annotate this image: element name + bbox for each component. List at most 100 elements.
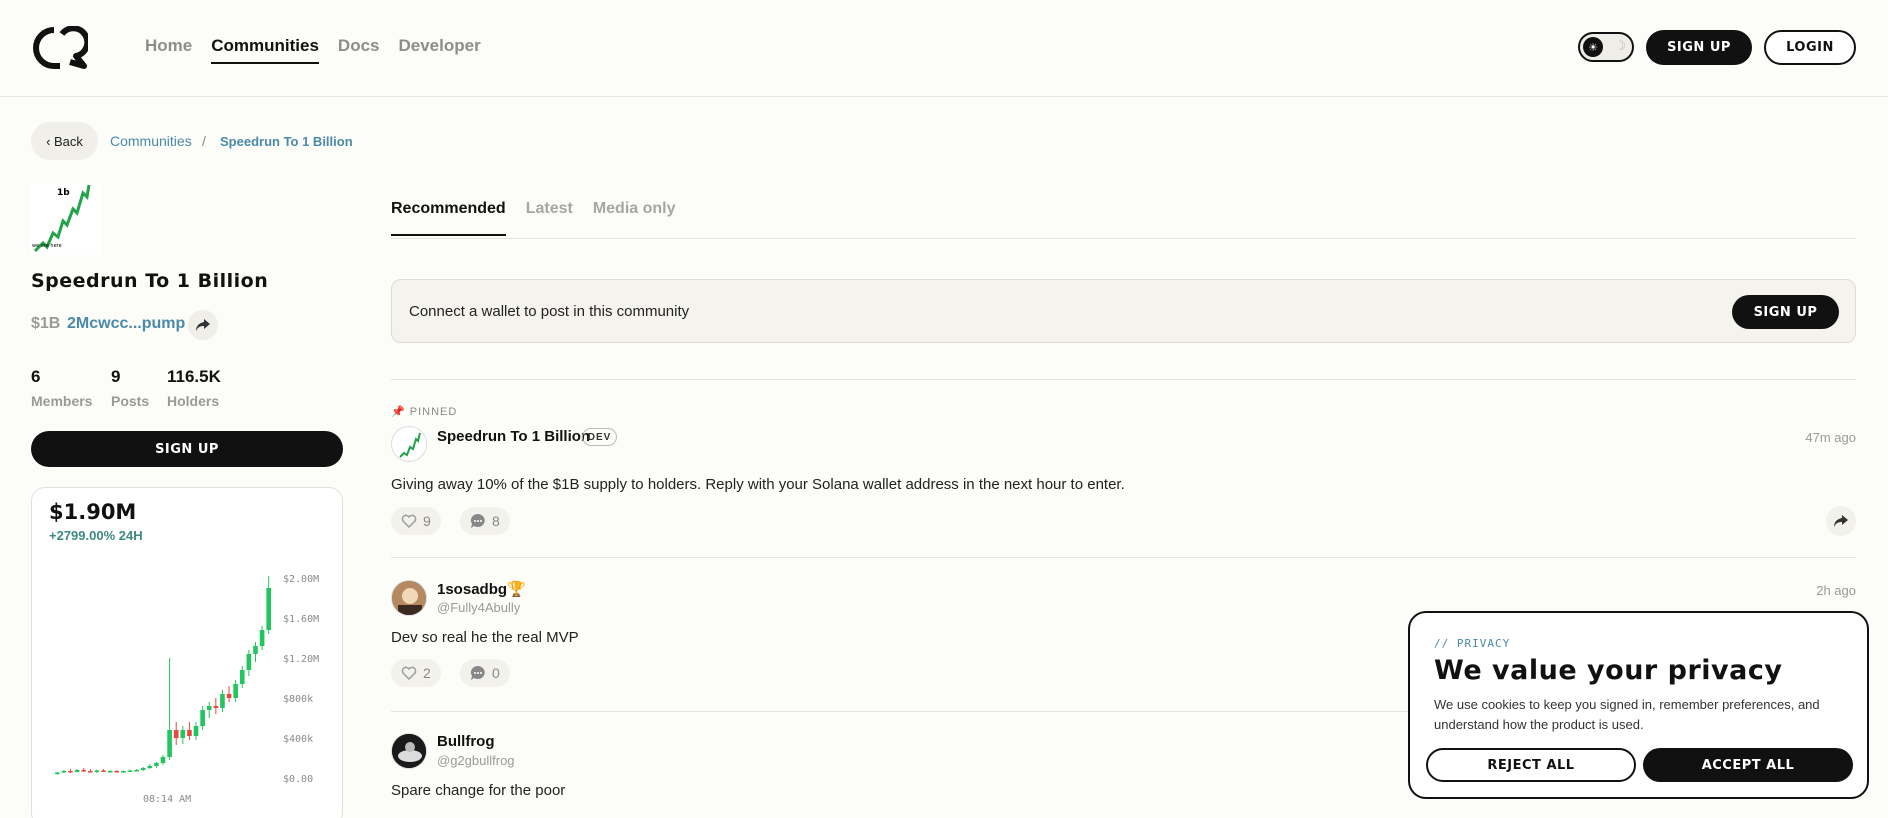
connect-wallet-prompt: Connect a wallet to post in this communi… [409,303,690,320]
pinned-text: PINNED [409,406,458,418]
candle-body [94,770,100,772]
comment-button[interactable]: 0 [460,659,510,687]
header-signup-button[interactable]: SIGN UP [1646,30,1752,65]
connect-signup-button[interactable]: SIGN UP [1732,295,1839,329]
candle-body [101,770,106,772]
x-tick-label: 08:14 AM [143,794,191,805]
image-label-1b: 1b [57,188,70,198]
top-header: Home Communities Docs Developer ☀ ☽ SIGN… [0,0,1888,97]
sun-icon: ☀ [1583,37,1603,57]
avatar[interactable] [391,733,427,769]
community-signup-button[interactable]: SIGN UP [31,431,343,467]
post-text: Dev so real he the real MVP [391,629,579,646]
stat-value: 9 [111,367,121,386]
nav-docs[interactable]: Docs [338,36,380,64]
nav-communities[interactable]: Communities [211,36,319,64]
main-nav: Home Communities Docs Developer [145,36,500,64]
back-button[interactable]: ‹ Back [31,122,98,160]
avatar[interactable] [391,426,427,462]
candle-body [259,630,265,646]
y-tick-label: $800k [283,694,313,705]
stat-label: Holders [167,393,220,409]
post-author-name[interactable]: Bullfrog [437,733,495,750]
accept-all-button[interactable]: ACCEPT ALL [1643,748,1853,782]
candle-body [180,730,186,738]
stat-value: 6 [31,367,41,386]
candle-body [160,757,166,763]
candle-body [239,670,245,684]
price-change-24h: +2799.00% 24H [49,528,143,543]
stat-members: 6 Members [31,367,92,409]
privacy-title: We value your privacy [1434,655,1783,686]
like-button[interactable]: 9 [391,507,441,535]
candle-body [246,654,252,670]
stat-label: Members [31,393,93,409]
share-community-button[interactable] [188,310,218,340]
candle-body [213,706,219,708]
candle-body [114,771,120,773]
header-login-button[interactable]: LOGIN [1764,30,1856,65]
y-tick-label: $400k [283,734,313,745]
like-count: 9 [423,513,431,529]
divider [391,379,1856,380]
candle-body [193,726,199,736]
share-icon [196,319,210,331]
candlestick-chart[interactable]: $0.00 $400k $800k $1.20M $1.60M $2.00M 08:14 A… [32,548,342,808]
candle-body [206,706,212,710]
candle-body [147,766,153,768]
tab-recommended[interactable]: Recommended [391,200,506,236]
tabs-divider [391,238,1856,239]
theme-toggle[interactable]: ☀ ☽ [1578,32,1634,62]
moon-icon: ☽ [1614,38,1626,53]
y-tick-label: $0.00 [283,774,313,785]
candle-body [140,768,146,770]
chevron-left-icon: ‹ [46,133,55,149]
privacy-kicker: // PRIVACY [1434,637,1511,650]
y-tick-label: $1.60M [283,614,319,625]
post-timestamp: 2h ago [1816,583,1856,598]
share-post-button[interactable] [1826,506,1856,536]
breadcrumb-communities-link[interactable]: Communities [110,133,192,149]
post-author-name[interactable]: 1sosadbg🏆 [437,580,526,598]
tab-latest[interactable]: Latest [526,200,573,236]
candle-body [173,730,179,738]
feed-tabs: Recommended Latest Media only [391,200,696,236]
community-image: 1b we are here [31,183,101,255]
candle-body [107,771,113,773]
price-chart-card: $1.90M +2799.00% 24H $0.00 $400k $800k $1.2… [31,487,343,818]
candle-body [233,684,238,698]
market-cap-value: $1.90M [49,500,137,524]
reject-all-button[interactable]: REJECT ALL [1426,748,1636,782]
post-author-name[interactable]: Speedrun To 1 Billion [437,428,590,445]
heart-icon [401,514,417,528]
community-name: Speedrun To 1 Billion [31,270,269,292]
pinned-label: 📌 PINNED [391,405,457,418]
avatar[interactable] [391,580,427,616]
candle-body [226,694,232,698]
breadcrumb-current: Speedrun To 1 Billion [220,134,353,149]
post-author-handle[interactable]: @Fully4Abully [437,600,520,615]
connect-wallet-banner: Connect a wallet to post in this communi… [391,279,1856,343]
nav-home[interactable]: Home [145,36,192,64]
nav-developer[interactable]: Developer [399,36,481,64]
share-icon [1834,515,1848,527]
candle-body [253,646,258,654]
tab-media-only[interactable]: Media only [593,200,676,236]
privacy-text: We use cookies to keep you signed in, re… [1434,697,1820,732]
stat-holders: 116.5K Holders [167,367,221,409]
candle-body [154,763,159,766]
comment-icon [470,513,485,528]
app-logo-icon[interactable] [32,26,88,70]
candle-body [88,771,93,773]
candle-body [220,694,225,708]
candle-body [127,770,133,772]
comment-button[interactable]: 8 [460,507,510,535]
privacy-consent-dialog: // PRIVACY We value your privacy We use … [1408,611,1869,799]
stat-value: 116.5K [167,367,221,386]
post-author-handle[interactable]: @g2gbullfrog [437,753,515,768]
post-text: Spare change for the poor [391,782,566,799]
heart-icon [401,666,417,680]
candle-body [61,771,67,773]
like-button[interactable]: 2 [391,659,441,687]
contract-address-link[interactable]: 2Mcwcc...pump [67,315,185,333]
